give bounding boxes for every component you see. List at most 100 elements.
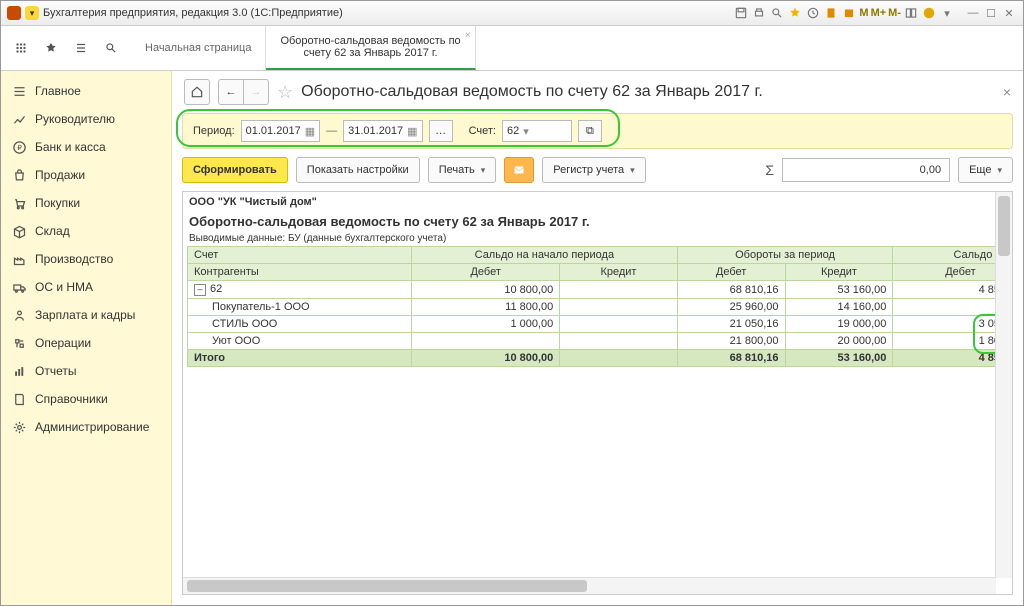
settings-button[interactable]: Показать настройки [296,157,420,183]
box-icon [11,223,27,239]
svg-text:₽: ₽ [17,144,22,152]
scroll-thumb-v[interactable] [998,196,1010,256]
page-close-button[interactable]: × [1003,84,1011,100]
report-subtitle: Выводимые данные: БУ (данные бухгалтерск… [183,231,1013,246]
favorite-toggle-icon[interactable]: ☆ [277,82,293,103]
th-ctr: Контрагенты [188,264,412,281]
sigma-icon: Σ [765,162,774,178]
form-button[interactable]: Сформировать [182,157,288,183]
report-table: Счет Сальдо на начало периода Обороты за… [187,246,1013,367]
home-button[interactable] [184,79,210,105]
main: ← → ☆ Оборотно-сальдовая ведомость по сч… [172,71,1023,605]
sidebar-item-warehouse[interactable]: Склад [1,217,171,245]
print-button[interactable]: Печать [428,157,497,183]
period-picker-button[interactable]: … [429,120,453,142]
sidebar-item-operations[interactable]: Операции [1,329,171,357]
table-row: Покупатель-1 ООО 11 800,00 25 960,0014 1… [188,299,1014,316]
star-icon[interactable] [43,40,59,56]
account-open-button[interactable]: ⧉ [578,120,602,142]
history-icon[interactable] [805,5,821,21]
table-row: –62 10 800,00 68 810,1653 160,00 4 850,1… [188,281,1014,299]
help-icon[interactable] [921,5,937,21]
tab-close-icon[interactable]: × [465,30,471,41]
more-button[interactable]: Еще [958,157,1013,183]
period-bar: Период: 01.01.2017▦ — 31.01.2017▦ … Счет… [182,113,1013,149]
minimize-button[interactable]: — [965,5,981,21]
mem-mminus[interactable]: М- [888,7,901,19]
app-window: ▾ Бухгалтерия предприятия, редакция 3.0 … [0,0,1024,606]
sidebar-item-reports[interactable]: Отчеты [1,357,171,385]
back-button[interactable]: ← [218,79,243,105]
sidebar-item-admin[interactable]: Администрирование [1,413,171,441]
titlebar-tools: М М+ М- ▾ [733,5,955,21]
calendar-icon[interactable] [841,5,857,21]
report-org: ООО "УК "Чистый дом" [183,192,1013,212]
scrollbar-horizontal[interactable] [183,577,996,594]
tab-row: Начальная страница Оборотно-сальдовая ве… [1,26,1023,71]
scroll-thumb-h[interactable] [187,580,587,592]
scrollbar-vertical[interactable] [995,192,1012,578]
maximize-button[interactable]: ☐ [983,5,999,21]
period-to-input[interactable]: 31.01.2017▦ [343,120,422,142]
search-tab-icon[interactable] [103,40,119,56]
calc-icon[interactable] [823,5,839,21]
sidebar-item-bank[interactable]: ₽Банк и касса [1,133,171,161]
sidebar-item-manager[interactable]: Руководителю [1,105,171,133]
th-d1: Дебет [677,264,785,281]
close-button[interactable]: ✕ [1001,5,1017,21]
dropdown-icon[interactable]: ▾ [25,6,39,20]
action-bar: Сформировать Показать настройки Печать Р… [172,149,1023,191]
sidebar-item-hr[interactable]: Зарплата и кадры [1,301,171,329]
save-icon[interactable] [733,5,749,21]
factory-icon [11,251,27,267]
period-dash: — [326,125,337,137]
forward-button[interactable]: → [243,79,269,105]
sidebar-item-production[interactable]: Производство [1,245,171,273]
mail-button[interactable] [504,157,534,183]
page-title: Оборотно-сальдовая ведомость по счету 62… [301,83,763,101]
account-input[interactable]: 62▾ [502,120,572,142]
sidebar-item-catalogs[interactable]: Справочники [1,385,171,413]
favorite-icon[interactable] [787,5,803,21]
apps-icon[interactable] [13,40,29,56]
sidebar-item-purchases[interactable]: Покупки [1,189,171,217]
app-icon [7,6,21,20]
collapse-icon[interactable]: – [194,284,206,296]
th-c0: Кредит [560,264,677,281]
period-from-input[interactable]: 01.01.2017▦ [241,120,320,142]
table-row: Уют ООО 21 800,0020 000,00 1 800,00 [188,333,1014,350]
sidebar: Главное Руководителю ₽Банк и касса Прода… [1,71,172,605]
window-controls: — ☐ ✕ [965,5,1017,21]
th-c1: Кредит [785,264,893,281]
period-label: Период: [193,125,235,137]
th-acct: Счет [188,247,412,264]
report-area[interactable]: ООО "УК "Чистый дом" Оборотно-сальдовая … [182,191,1013,595]
cart-icon [11,195,27,211]
print-icon[interactable] [751,5,767,21]
bag-icon [11,167,27,183]
search-icon[interactable] [769,5,785,21]
sidebar-item-assets[interactable]: ОС и НМА [1,273,171,301]
panels-icon[interactable] [903,5,919,21]
page-head: ← → ☆ Оборотно-сальдовая ведомость по сч… [172,71,1023,113]
operations-icon [11,335,27,351]
mem-m[interactable]: М [859,7,868,19]
sum-field[interactable]: 0,00 [782,158,950,182]
nav-group: ← → [218,79,269,105]
calendar-from-icon[interactable]: ▦ [305,125,315,138]
help-dropdown-icon[interactable]: ▾ [939,5,955,21]
period-wrap: Период: 01.01.2017▦ — 31.01.2017▦ … Счет… [172,113,1023,149]
tab-report[interactable]: Оборотно-сальдовая ведомость по счету 62… [266,26,475,70]
mem-mplus[interactable]: М+ [871,7,887,19]
sidebar-item-sales[interactable]: Продажи [1,161,171,189]
book-icon [11,391,27,407]
account-dropdown-icon[interactable]: ▾ [523,125,529,138]
th-g2: Обороты за период [677,247,893,264]
history-list-icon[interactable] [73,40,89,56]
sidebar-item-main[interactable]: Главное [1,77,171,105]
register-button[interactable]: Регистр учета [542,157,645,183]
tab-start[interactable]: Начальная страница [131,26,266,70]
calendar-to-icon[interactable]: ▦ [407,125,417,138]
report: ООО "УК "Чистый дом" Оборотно-сальдовая … [183,192,1013,367]
report-title: Оборотно-сальдовая ведомость по счету 62… [183,212,1013,231]
